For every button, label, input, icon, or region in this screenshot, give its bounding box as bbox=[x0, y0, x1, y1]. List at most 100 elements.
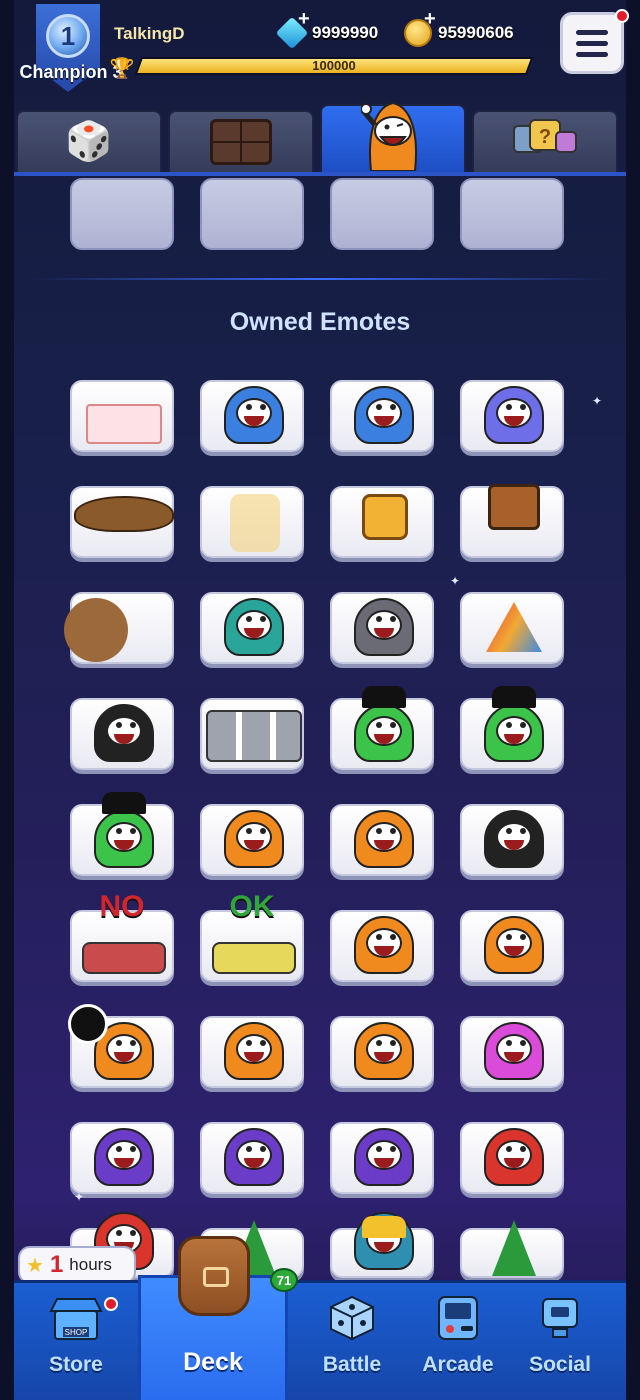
rank-number: 1 bbox=[46, 14, 90, 58]
emote-blue-hood-cry[interactable] bbox=[460, 380, 564, 452]
emote-hardhat[interactable] bbox=[330, 1212, 434, 1278]
emote-green-h-pray[interactable] bbox=[330, 686, 434, 770]
emote-orange-smile[interactable] bbox=[330, 804, 434, 876]
emote-blue-hood-sad[interactable] bbox=[330, 380, 434, 452]
mystery-dice-icon: ? bbox=[510, 116, 580, 169]
add-coins-icon[interactable]: + bbox=[424, 8, 436, 31]
emote-purple-matrix[interactable] bbox=[330, 1122, 434, 1194]
nav-deck-label: Deck bbox=[183, 1348, 243, 1376]
emote-green-h-wink[interactable] bbox=[460, 686, 564, 770]
rank-badge[interactable]: 1 Champion 3 bbox=[19, 4, 123, 96]
emote-slot-1[interactable] bbox=[70, 178, 174, 250]
star-icon: ★ bbox=[26, 1254, 44, 1277]
menu-notification-dot bbox=[615, 9, 629, 23]
sparkle-icon: ✦ bbox=[450, 574, 461, 588]
emote-birthday-cake[interactable] bbox=[70, 380, 174, 452]
tv-head-icon bbox=[362, 494, 408, 540]
character-eye bbox=[390, 722, 396, 728]
nav-arcade[interactable]: Arcade bbox=[402, 1283, 514, 1400]
character-eye bbox=[260, 404, 266, 410]
emote-caption: NO bbox=[99, 890, 145, 923]
emote-green-h-kiss[interactable] bbox=[70, 792, 174, 876]
emote-christmas-tree[interactable] bbox=[460, 1220, 564, 1278]
emote-orange-shock[interactable] bbox=[330, 910, 434, 982]
character-eye bbox=[130, 1230, 136, 1236]
emote-frying-pan[interactable] bbox=[68, 1004, 174, 1088]
equipped-emote-slots bbox=[70, 178, 570, 252]
emote-cowboy-hat[interactable] bbox=[70, 486, 174, 558]
emote-rolling-boulder[interactable] bbox=[64, 592, 174, 664]
emote-box-ghost-flag[interactable] bbox=[200, 486, 304, 558]
coin-counter[interactable]: + 95990606 bbox=[404, 8, 514, 50]
character-eye bbox=[506, 1146, 512, 1152]
character-eye bbox=[246, 404, 252, 410]
emote-ok-lemon[interactable]: OK bbox=[200, 890, 304, 982]
emote-slot-2[interactable] bbox=[200, 178, 304, 250]
sparkle-icon: ✦ bbox=[74, 1190, 85, 1204]
character-eye bbox=[376, 934, 382, 940]
left-frame bbox=[0, 0, 14, 1400]
emote-purple-glasses-angry[interactable] bbox=[70, 1122, 174, 1194]
emote-tv-head-guns[interactable] bbox=[460, 484, 564, 558]
gem-counter[interactable]: + 9999990 bbox=[275, 8, 379, 50]
tab-board[interactable] bbox=[168, 110, 314, 174]
character-eye bbox=[246, 616, 252, 622]
emote-orange-love[interactable] bbox=[330, 1016, 434, 1088]
emote-party-popper[interactable] bbox=[70, 698, 174, 770]
add-gems-icon[interactable]: + bbox=[298, 8, 310, 31]
tab-emotes[interactable] bbox=[320, 101, 466, 174]
nav-store[interactable]: SHOP Store bbox=[20, 1283, 132, 1400]
emote-white-flag[interactable] bbox=[200, 592, 304, 664]
player-name: TalkingD bbox=[114, 24, 185, 43]
emote-orange-cheer[interactable] bbox=[200, 804, 304, 876]
social-icon bbox=[537, 1295, 583, 1347]
emote-slot-3[interactable] bbox=[330, 178, 434, 250]
emote-red-rage-table[interactable] bbox=[460, 1122, 564, 1194]
emote-grey-hood-sad[interactable] bbox=[330, 592, 434, 664]
tab-misc[interactable]: ? bbox=[472, 110, 618, 174]
character-eye bbox=[116, 828, 122, 834]
christmas-tree-icon bbox=[492, 1220, 536, 1276]
emote-purple-glasses-smug[interactable] bbox=[200, 1122, 304, 1194]
deck-tabs: 🎲 ? bbox=[14, 101, 626, 174]
character-eye bbox=[520, 1040, 526, 1046]
emote-prism[interactable] bbox=[460, 592, 564, 664]
svg-text:?: ? bbox=[539, 126, 551, 148]
board-icon bbox=[210, 119, 272, 165]
emote-orange-tongue[interactable] bbox=[200, 1016, 304, 1088]
character-eye bbox=[520, 722, 526, 728]
tab-dice[interactable]: 🎲 bbox=[16, 110, 162, 174]
nav-battle[interactable]: Battle bbox=[296, 1283, 408, 1400]
emote-ninja-gem[interactable] bbox=[460, 804, 564, 876]
character-eye bbox=[520, 1146, 526, 1152]
character-eye bbox=[260, 1040, 266, 1046]
character-eye bbox=[246, 828, 252, 834]
slots-divider bbox=[30, 278, 610, 280]
character-eye bbox=[506, 1040, 512, 1046]
emote-slot-4[interactable] bbox=[460, 178, 564, 250]
hardhat-icon bbox=[362, 1216, 406, 1238]
right-frame bbox=[626, 0, 640, 1400]
shop-timer: ★ 1 hours bbox=[18, 1246, 136, 1284]
gem-amount: 9999990 bbox=[312, 23, 379, 42]
tv-head-icon bbox=[488, 484, 540, 530]
character-eye bbox=[376, 1040, 382, 1046]
character-eye bbox=[116, 1230, 122, 1236]
emote-no-swords[interactable]: NO bbox=[70, 890, 174, 982]
nav-social[interactable]: Social bbox=[504, 1283, 616, 1400]
character-eye bbox=[506, 828, 512, 834]
emote-orange-grin[interactable] bbox=[460, 910, 564, 982]
emote-gold-tv-head[interactable] bbox=[330, 486, 434, 558]
emote-character-icon bbox=[360, 93, 425, 172]
emote-pink-hair-love[interactable] bbox=[460, 1016, 564, 1088]
coin-amount: 95990606 bbox=[438, 23, 514, 42]
arcade-icon bbox=[435, 1295, 481, 1347]
character-eye bbox=[506, 934, 512, 940]
character-eye bbox=[390, 1040, 396, 1046]
crossed-swords-icon bbox=[82, 942, 166, 974]
menu-button[interactable] bbox=[560, 9, 629, 74]
emote-robot-row[interactable] bbox=[200, 698, 304, 770]
emote-caption: OK bbox=[229, 890, 275, 923]
character-eye bbox=[390, 404, 396, 410]
emote-blue-hood-drool[interactable] bbox=[200, 380, 304, 452]
